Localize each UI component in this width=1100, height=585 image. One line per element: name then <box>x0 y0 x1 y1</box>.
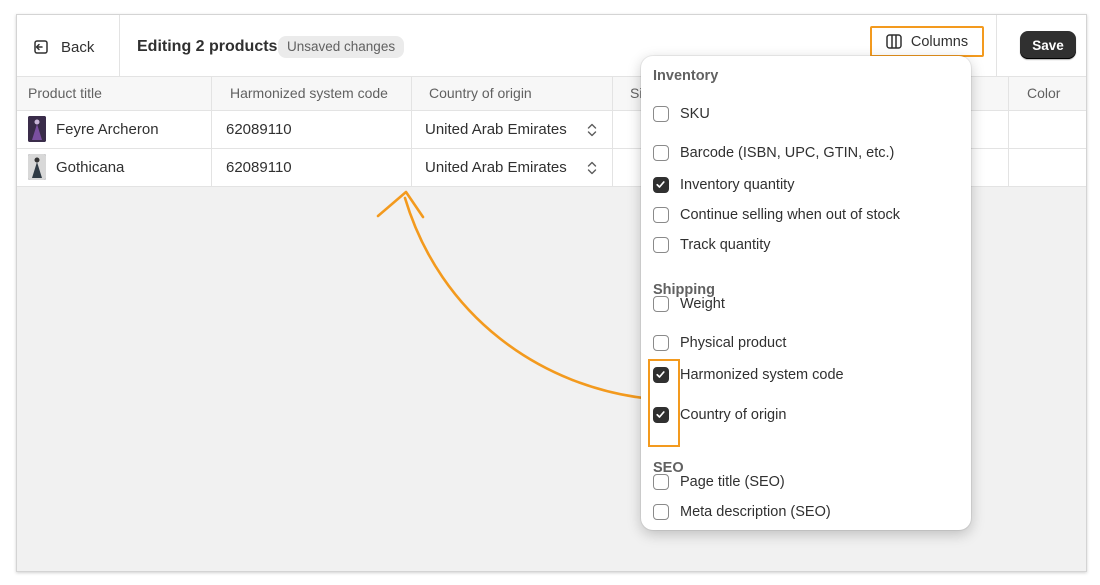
column-divider <box>612 77 613 186</box>
column-divider <box>1008 77 1009 186</box>
country-select-cell[interactable]: United Arab Emirates <box>425 121 567 138</box>
checkbox[interactable] <box>653 504 669 520</box>
option-label: Country of origin <box>680 407 787 423</box>
menu-group-inventory: Inventory <box>653 68 719 84</box>
highlight-box <box>648 359 680 447</box>
checkbox[interactable] <box>653 145 669 161</box>
column-option-weight[interactable]: Weight <box>653 296 725 312</box>
columns-label: Columns <box>910 33 969 50</box>
product-thumbnail <box>28 154 46 180</box>
column-header-color[interactable]: Color <box>1027 85 1060 101</box>
checkbox[interactable] <box>653 106 669 122</box>
column-divider <box>211 77 212 186</box>
option-label: Barcode (ISBN, UPC, GTIN, etc.) <box>680 145 895 161</box>
column-option-barcode[interactable]: Barcode (ISBN, UPC, GTIN, etc.) <box>653 145 894 161</box>
checkbox[interactable] <box>653 335 669 351</box>
option-label: Weight <box>680 296 725 312</box>
country-select-cell[interactable]: United Arab Emirates <box>425 159 567 176</box>
column-header-country[interactable]: Country of origin <box>429 85 532 101</box>
columns-menu: Inventory SKU Barcode (ISBN, UPC, GTIN, … <box>641 56 971 530</box>
header-divider <box>996 15 997 76</box>
product-title-cell[interactable]: Feyre Archeron <box>56 121 159 138</box>
option-label: Track quantity <box>680 237 771 253</box>
option-label: Meta description (SEO) <box>680 504 831 520</box>
check-icon <box>656 181 665 188</box>
column-option-page-title-seo[interactable]: Page title (SEO) <box>653 474 785 490</box>
column-header-product-title[interactable]: Product title <box>28 85 102 101</box>
option-label: Harmonized system code <box>680 367 844 383</box>
checkbox[interactable] <box>653 207 669 223</box>
checkbox-checked[interactable] <box>653 177 669 193</box>
checkbox[interactable] <box>653 474 669 490</box>
column-option-sku[interactable]: SKU <box>653 106 710 122</box>
column-divider <box>411 77 412 186</box>
option-label: Physical product <box>680 335 787 351</box>
column-option-hs-code[interactable]: Harmonized system code <box>653 367 844 383</box>
back-label: Back <box>61 38 95 56</box>
column-option-physical-product[interactable]: Physical product <box>653 335 786 351</box>
back-button[interactable]: Back <box>33 36 94 58</box>
option-label: Page title (SEO) <box>680 474 785 490</box>
option-label: SKU <box>680 106 710 122</box>
option-label: Continue selling when out of stock <box>680 207 901 223</box>
column-option-track-quantity[interactable]: Track quantity <box>653 237 771 253</box>
checkbox[interactable] <box>653 296 669 312</box>
column-option-meta-description-seo[interactable]: Meta description (SEO) <box>653 504 831 520</box>
page-title: Editing 2 products <box>137 38 278 55</box>
product-thumbnail <box>28 116 46 142</box>
hs-code-cell[interactable]: 62089110 <box>226 159 292 176</box>
select-chevron-icon[interactable] <box>587 122 597 138</box>
column-option-inventory-quantity[interactable]: Inventory quantity <box>653 177 794 193</box>
columns-button[interactable]: Columns <box>870 26 984 57</box>
columns-icon <box>886 34 902 49</box>
option-label: Inventory quantity <box>680 177 795 193</box>
save-button[interactable]: Save <box>1020 31 1076 59</box>
status-badge: Unsaved changes <box>278 36 405 58</box>
hs-code-cell[interactable]: 62089110 <box>226 121 292 138</box>
exit-icon <box>34 40 48 54</box>
checkbox[interactable] <box>653 237 669 253</box>
header-divider <box>119 15 120 76</box>
product-title-cell[interactable]: Gothicana <box>56 159 124 176</box>
column-header-hs-code[interactable]: Harmonized system code <box>230 85 388 101</box>
column-option-continue-selling[interactable]: Continue selling when out of stock <box>653 207 900 223</box>
select-chevron-icon[interactable] <box>587 160 597 176</box>
